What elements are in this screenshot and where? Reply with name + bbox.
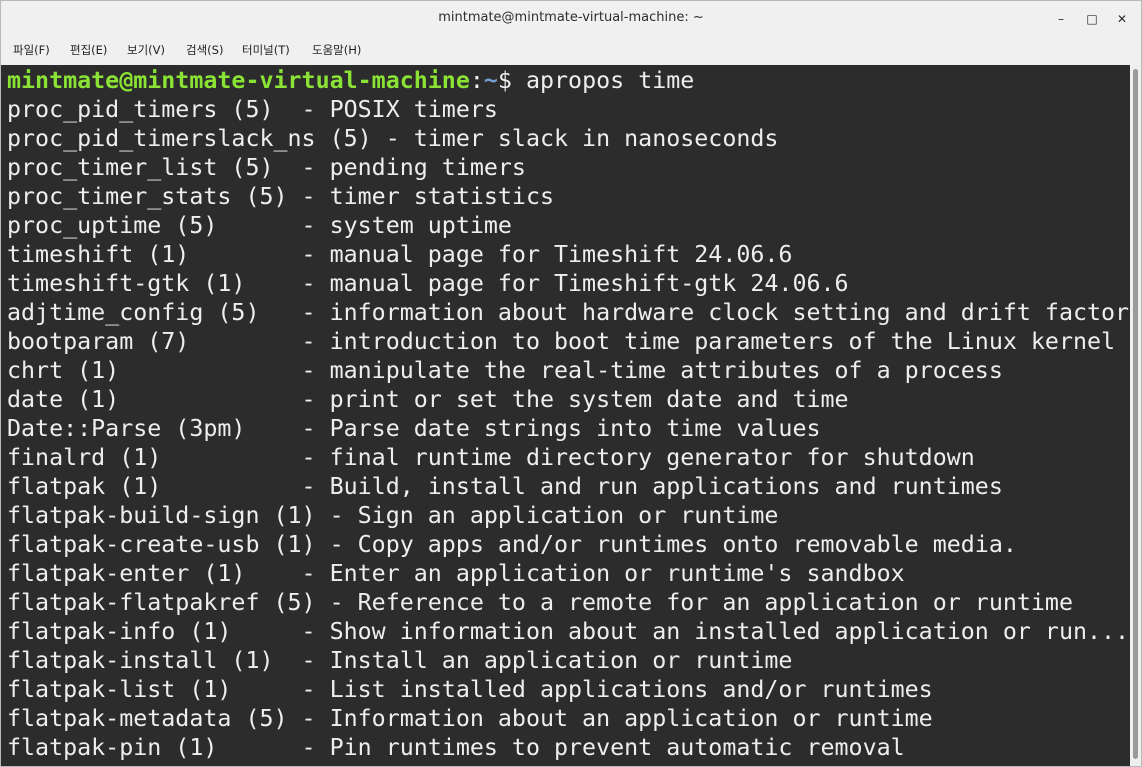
output-line: flatpak (1) - Build, install and run app… xyxy=(7,473,1003,500)
output-line: date (1) - print or set the system date … xyxy=(7,386,849,413)
output-line: flatpak-install (1) - Install an applica… xyxy=(7,647,793,674)
close-button[interactable]: ✕ xyxy=(1112,9,1132,29)
scrollbar-thumb[interactable] xyxy=(1133,69,1138,759)
output-line: flatpak-metadata (5) - Information about… xyxy=(7,705,933,732)
output-line: flatpak-enter (1) - Enter an application… xyxy=(7,560,905,587)
prompt-path: ~ xyxy=(483,67,498,94)
command-text: apropos time xyxy=(525,67,695,94)
output-line: flatpak-build-sign (1) - Sign an applica… xyxy=(7,502,779,529)
title-bar[interactable]: mintmate@mintmate-virtual-machine: ~ – □… xyxy=(1,1,1141,37)
menu-view[interactable]: 보기(V) xyxy=(127,42,165,58)
prompt-user-host: mintmate@mintmate-virtual-machine xyxy=(7,67,470,94)
output-line: proc_timer_stats (5) - timer statistics xyxy=(7,183,555,210)
maximize-button[interactable]: □ xyxy=(1082,9,1102,29)
output-line: flatpak-create-usb (1) - Copy apps and/o… xyxy=(7,531,1017,558)
prompt-line: mintmate@mintmate-virtual-machine:~$ apr… xyxy=(7,66,1129,95)
menu-terminal[interactable]: 터미널(T) xyxy=(242,42,290,58)
terminal-output: mintmate@mintmate-virtual-machine:~$ apr… xyxy=(7,66,1129,762)
prompt-symbol: $ xyxy=(497,67,526,94)
scrollbar[interactable] xyxy=(1130,65,1141,766)
output-line: flatpak-list (1) - List installed applic… xyxy=(7,676,933,703)
output-line: finalrd (1) - final runtime directory ge… xyxy=(7,444,975,471)
output-line: flatpak-info (1) - Show information abou… xyxy=(7,618,1130,645)
minimize-button[interactable]: – xyxy=(1051,9,1071,29)
output-line: proc_uptime (5) - system uptime xyxy=(7,212,512,239)
menu-bar: 파일(F) 편집(E) 보기(V) 검색(S) 터미널(T) 도움말(H) xyxy=(1,37,1141,66)
output-line: timeshift-gtk (1) - manual page for Time… xyxy=(7,270,849,297)
menu-file[interactable]: 파일(F) xyxy=(13,42,50,58)
output-line: proc_pid_timerslack_ns (5) - timer slack… xyxy=(7,125,779,152)
output-line: timeshift (1) - manual page for Timeshif… xyxy=(7,241,793,268)
menu-edit[interactable]: 편집(E) xyxy=(70,42,107,58)
terminal-area[interactable]: mintmate@mintmate-virtual-machine:~$ apr… xyxy=(1,65,1130,766)
prompt-colon: : xyxy=(469,67,484,94)
output-line: proc_timer_list (5) - pending timers xyxy=(7,154,526,181)
output-line: adjtime_config (5) - information about h… xyxy=(7,299,1130,326)
terminal-window: mintmate@mintmate-virtual-machine: ~ – □… xyxy=(0,0,1142,767)
output-line: Date::Parse (3pm) - Parse date strings i… xyxy=(7,415,821,442)
output-line: bootparam (7) - introduction to boot tim… xyxy=(7,328,1116,355)
output-line: chrt (1) - manipulate the real-time attr… xyxy=(7,357,1003,384)
output-line: proc_pid_timers (5) - POSIX timers xyxy=(7,96,498,123)
output-line: flatpak-flatpakref (5) - Reference to a … xyxy=(7,589,1073,616)
menu-help[interactable]: 도움말(H) xyxy=(312,42,361,58)
output-line: flatpak-pin (1) - Pin runtimes to preven… xyxy=(7,734,905,761)
window-title: mintmate@mintmate-virtual-machine: ~ xyxy=(438,10,704,25)
menu-search[interactable]: 검색(S) xyxy=(186,42,223,58)
